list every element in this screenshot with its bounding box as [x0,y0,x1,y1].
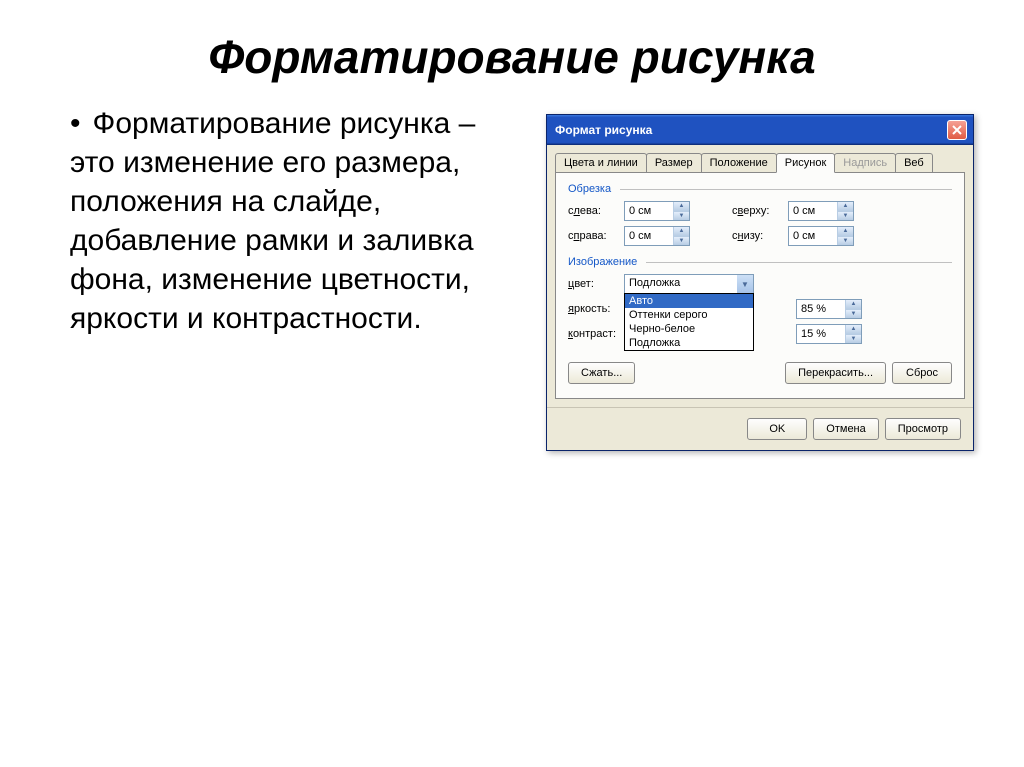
spin-down-icon[interactable]: ▼ [674,237,689,246]
close-button[interactable] [947,120,967,140]
spin-up-icon[interactable]: ▲ [674,227,689,237]
compress-button[interactable]: Сжать... [568,362,635,384]
crop-top-spinner[interactable]: ▲▼ [788,201,854,221]
tab-picture[interactable]: Рисунок [776,153,836,173]
spin-down-icon[interactable]: ▼ [674,212,689,221]
ok-button[interactable]: OK [747,418,807,440]
spin-up-icon[interactable]: ▲ [846,325,861,335]
tab-content: Обрезка слева: ▲▼ сверху: ▲▼ [555,172,965,399]
chevron-down-icon[interactable]: ▼ [737,275,753,293]
crop-left-spinner[interactable]: ▲▼ [624,201,690,221]
dialog-footer: OK Отмена Просмотр [547,407,973,450]
slide-bullet-text: Форматирование рисунка – это изменение е… [50,104,516,451]
crop-group-title: Обрезка [568,183,952,195]
crop-top-input[interactable] [789,202,837,220]
crop-right-input[interactable] [625,227,673,245]
crop-bottom-label: снизу: [732,230,782,242]
spin-up-icon[interactable]: ▲ [838,227,853,237]
slide-title: Форматирование рисунка [0,0,1024,104]
tab-size[interactable]: Размер [646,153,702,172]
brightness-input[interactable] [797,300,845,318]
image-group-title: Изображение [568,256,952,268]
crop-top-label: сверху: [732,205,782,217]
tab-web[interactable]: Веб [895,153,933,172]
crop-right-spinner[interactable]: ▲▼ [624,226,690,246]
format-picture-dialog: Формат рисунка Цвета и линии Размер Поло… [546,114,974,451]
spin-down-icon[interactable]: ▼ [846,310,861,319]
spin-up-icon[interactable]: ▲ [674,202,689,212]
contrast-input[interactable] [797,325,845,343]
spin-down-icon[interactable]: ▼ [846,335,861,344]
tab-row: Цвета и линии Размер Положение Рисунок Н… [547,145,973,172]
color-option-gray[interactable]: Оттенки серого [625,308,753,322]
spin-up-icon[interactable]: ▲ [846,300,861,310]
crop-left-input[interactable] [625,202,673,220]
spin-up-icon[interactable]: ▲ [838,202,853,212]
close-icon [952,125,962,135]
spin-down-icon[interactable]: ▼ [838,237,853,246]
color-dropdown: Авто Оттенки серого Черно-белое Подложка [624,293,754,351]
contrast-label: контраст: [568,328,618,340]
preview-button[interactable]: Просмотр [885,418,961,440]
recolor-button[interactable]: Перекрасить... [785,362,886,384]
color-combo[interactable]: Подложка ▼ Авто Оттенки серого Черно-бел… [624,274,754,294]
color-label: цвет: [568,278,618,290]
dialog-titlebar[interactable]: Формат рисунка [547,115,973,145]
color-option-bw[interactable]: Черно-белое [625,322,753,336]
brightness-label: яркость: [568,303,618,315]
brightness-spinner[interactable]: ▲▼ [796,299,862,319]
cancel-button[interactable]: Отмена [813,418,878,440]
color-option-washout[interactable]: Подложка [625,336,753,350]
spin-down-icon[interactable]: ▼ [838,212,853,221]
tab-colors-lines[interactable]: Цвета и линии [555,153,647,172]
dialog-title: Формат рисунка [555,123,652,137]
contrast-spinner[interactable]: ▲▼ [796,324,862,344]
image-group: Изображение цвет: Подложка ▼ Авто Оттенк… [568,256,952,344]
crop-left-label: слева: [568,205,618,217]
crop-bottom-spinner[interactable]: ▲▼ [788,226,854,246]
crop-group: Обрезка слева: ▲▼ сверху: ▲▼ [568,183,952,246]
color-option-auto[interactable]: Авто [625,294,753,308]
crop-right-label: справа: [568,230,618,242]
crop-bottom-input[interactable] [789,227,837,245]
tab-textbox: Надпись [834,153,896,172]
tab-position[interactable]: Положение [701,153,777,172]
color-value: Подложка [625,275,737,293]
reset-button[interactable]: Сброс [892,362,952,384]
